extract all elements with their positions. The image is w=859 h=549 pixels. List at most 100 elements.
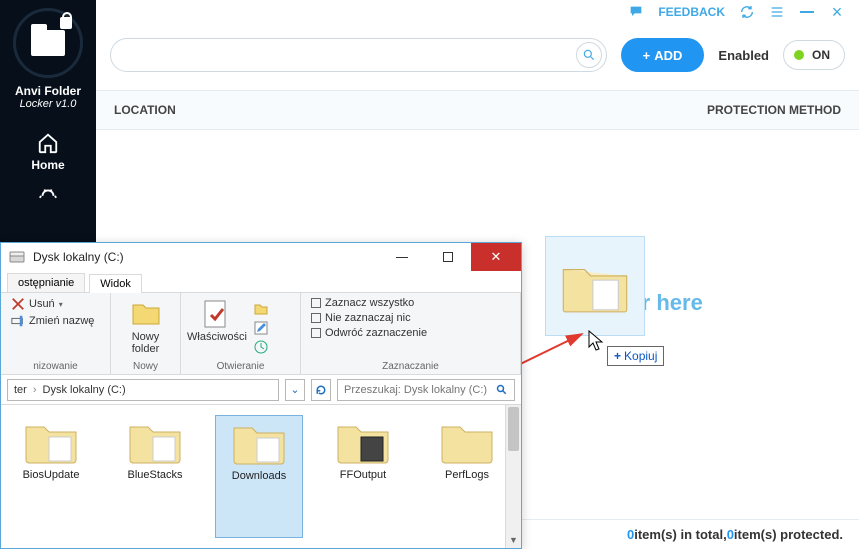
toggle-label: ON xyxy=(812,48,830,62)
explorer-title: Dysk lokalny (C:) xyxy=(33,250,371,264)
refresh-button[interactable] xyxy=(311,379,331,401)
ribbon-group-organize: nizowanie xyxy=(11,359,100,372)
scroll-down-icon[interactable]: ▼ xyxy=(506,532,521,548)
copy-tooltip: + Kopiuj xyxy=(607,346,664,366)
rename-icon xyxy=(11,314,25,328)
ribbon-delete[interactable]: Usuń▾ xyxy=(11,297,63,311)
folder-item[interactable]: BlueStacks xyxy=(111,415,199,538)
search-button[interactable] xyxy=(576,42,602,68)
cursor-icon xyxy=(588,330,604,352)
enabled-label: Enabled xyxy=(718,48,769,63)
col-location: LOCATION xyxy=(114,103,176,117)
tab-share[interactable]: ostępnianie xyxy=(7,273,85,292)
folder-label: Downloads xyxy=(218,470,300,482)
feedback-icon[interactable] xyxy=(628,4,644,20)
list-header: LOCATION PROTECTION METHOD xyxy=(96,91,859,130)
folder-label: BiosUpdate xyxy=(9,469,93,481)
copy-label: Kopiuj xyxy=(624,349,657,363)
total-count: 0 xyxy=(627,527,634,542)
address-bar[interactable]: ter › Dysk lokalny (C:) xyxy=(7,379,279,401)
folder-item[interactable]: FFOutput xyxy=(319,415,407,538)
refresh-icon[interactable] xyxy=(739,4,755,20)
ribbon-select-all[interactable]: Zaznacz wszystko xyxy=(311,297,414,309)
explorer-search[interactable] xyxy=(337,379,515,401)
ribbon-group-new: Nowy xyxy=(121,359,170,372)
ribbon: Usuń▾ Zmień nazwę nizowanie Nowy folder … xyxy=(1,293,521,375)
folder-icon xyxy=(335,419,391,465)
vertical-scrollbar[interactable]: ▲ ▼ xyxy=(505,405,521,548)
feedback-link[interactable]: FEEDBACK xyxy=(658,5,725,19)
checkbox-icon xyxy=(311,328,321,338)
explorer-search-input[interactable] xyxy=(344,384,490,396)
toggle-indicator-icon xyxy=(794,50,804,60)
folder-label: BlueStacks xyxy=(113,469,197,481)
window-minimize-button[interactable] xyxy=(379,243,425,271)
chevron-right-icon: › xyxy=(33,384,37,396)
home-icon xyxy=(37,132,59,154)
app-version: Locker v1.0 xyxy=(20,98,77,110)
folder-item[interactable]: BiosUpdate xyxy=(7,415,95,538)
search-wrap xyxy=(110,38,607,72)
ribbon-tabs: ostępnianie Widok xyxy=(1,271,521,293)
protected-count: 0 xyxy=(727,527,734,542)
folder-item-selected[interactable]: Downloads xyxy=(215,415,303,538)
checkbox-icon xyxy=(311,298,321,308)
minimize-icon[interactable] xyxy=(799,4,815,20)
address-bar-row: ter › Dysk lokalny (C:) ⌄ xyxy=(1,375,521,405)
folder-grid[interactable]: BiosUpdate BlueStacks Downloads FFOutput… xyxy=(1,405,521,548)
scroll-thumb[interactable] xyxy=(508,407,519,451)
edit-icon[interactable] xyxy=(253,320,269,336)
ribbon-rename[interactable]: Zmień nazwę xyxy=(11,314,94,328)
address-dropdown[interactable]: ⌄ xyxy=(285,379,305,401)
explorer-window: Dysk lokalny (C:) ✕ ostępnianie Widok Us… xyxy=(0,242,522,549)
breadcrumb-segment[interactable]: ter xyxy=(14,384,27,396)
app-name: Anvi Folder xyxy=(15,84,81,98)
anvi-toolbar: + ADD Enabled ON xyxy=(96,24,859,91)
ribbon-select-none[interactable]: Nie zaznaczaj nic xyxy=(311,312,411,324)
explorer-content: BiosUpdate BlueStacks Downloads FFOutput… xyxy=(1,405,521,548)
delete-icon xyxy=(11,297,25,311)
folder-icon xyxy=(231,420,287,466)
plus-icon: + xyxy=(643,48,651,63)
folder-icon xyxy=(439,419,495,465)
anvi-topbar: FEEDBACK × xyxy=(96,0,859,24)
new-folder-icon xyxy=(130,297,162,329)
total-text: item(s) in total, xyxy=(634,527,726,542)
add-label: ADD xyxy=(654,48,682,63)
window-maximize-button[interactable] xyxy=(425,243,471,271)
folder-label: PerfLogs xyxy=(425,469,509,481)
window-close-button[interactable]: ✕ xyxy=(471,243,521,271)
nav-settings[interactable] xyxy=(37,188,59,202)
folder-icon xyxy=(127,419,183,465)
nav-home-label: Home xyxy=(31,158,64,172)
open-icon[interactable] xyxy=(253,301,269,317)
nav-home[interactable]: Home xyxy=(31,132,64,172)
breadcrumb-current[interactable]: Dysk lokalny (C:) xyxy=(43,384,126,396)
drive-icon xyxy=(9,249,25,265)
folder-item[interactable]: PerfLogs xyxy=(423,415,511,538)
folder-icon xyxy=(23,419,79,465)
menu-icon[interactable] xyxy=(769,4,785,20)
ribbon-properties[interactable]: Właściwości xyxy=(191,297,243,343)
explorer-titlebar[interactable]: Dysk lokalny (C:) ✕ xyxy=(1,243,521,271)
drag-ghost-folder xyxy=(545,236,645,336)
plus-icon: + xyxy=(614,349,621,363)
search-input[interactable] xyxy=(127,48,576,63)
search-icon xyxy=(496,384,508,396)
ribbon-invert-selection[interactable]: Odwróć zaznaczenie xyxy=(311,327,427,339)
tab-view[interactable]: Widok xyxy=(89,274,142,293)
add-button[interactable]: + ADD xyxy=(621,38,705,72)
history-icon[interactable] xyxy=(253,339,269,355)
enable-toggle[interactable]: ON xyxy=(783,40,845,70)
app-logo xyxy=(13,8,83,78)
refresh-icon xyxy=(315,384,327,396)
protected-text: item(s) protected. xyxy=(734,527,843,542)
properties-icon xyxy=(201,297,233,329)
folder-label: FFOutput xyxy=(321,469,405,481)
close-icon[interactable]: × xyxy=(829,4,845,20)
col-protection: PROTECTION METHOD xyxy=(707,103,841,117)
ribbon-group-select: Zaznaczanie xyxy=(311,359,510,372)
checkbox-icon xyxy=(311,313,321,323)
ribbon-group-open: Otwieranie xyxy=(191,359,290,372)
ribbon-new-folder[interactable]: Nowy folder xyxy=(121,297,170,355)
